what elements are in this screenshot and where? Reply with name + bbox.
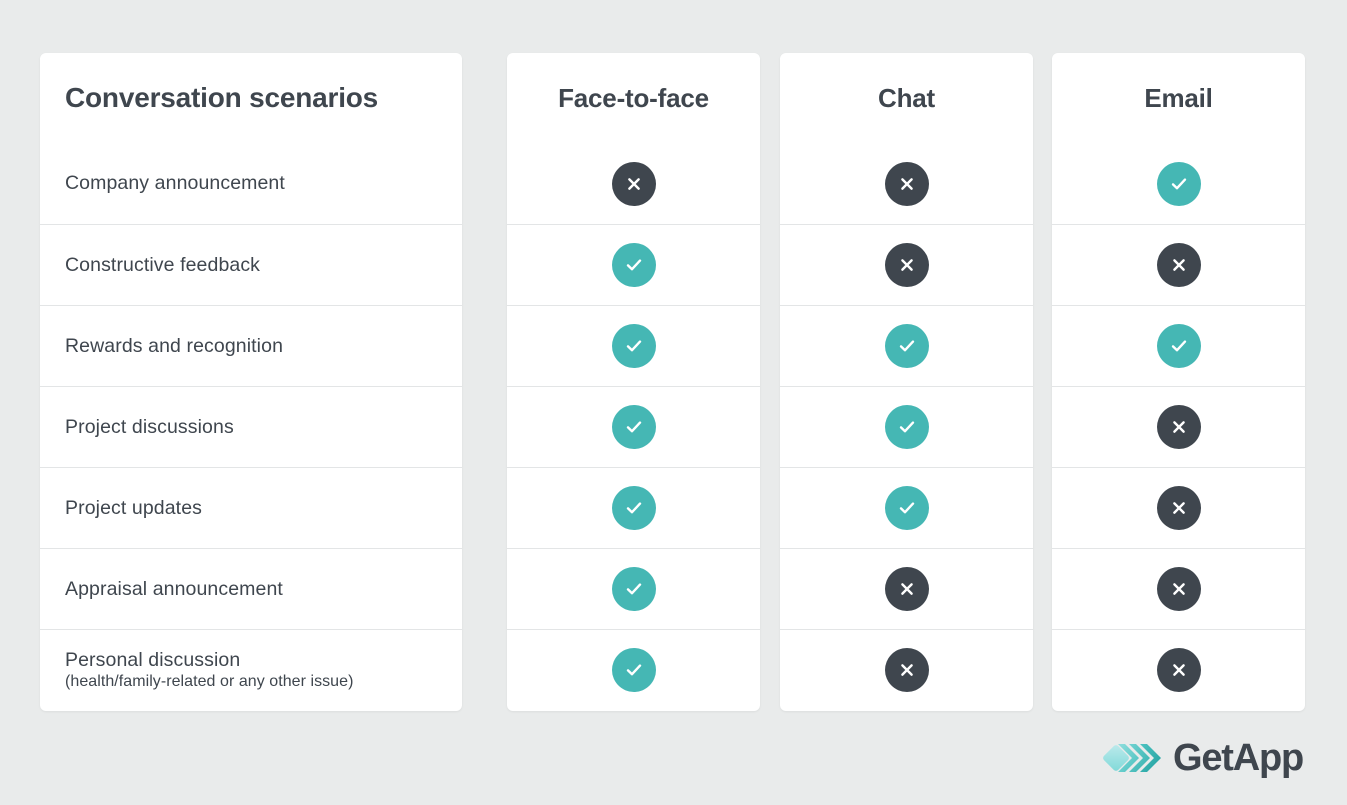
status-row [780, 224, 1033, 305]
getapp-logo: GetApp [1103, 735, 1303, 781]
check-glyph [896, 497, 918, 519]
status-row [1052, 629, 1305, 710]
cross-circle-icon [1157, 486, 1201, 530]
cross-circle-icon [612, 162, 656, 206]
check-glyph [896, 335, 918, 357]
status-row [780, 143, 1033, 224]
status-row [1052, 143, 1305, 224]
column-header-title: Face-to-face [558, 83, 709, 114]
status-row [507, 629, 760, 710]
scenario-row: Project discussions [40, 386, 462, 467]
scenario-label: Company announcement [65, 171, 285, 196]
status-row [1052, 548, 1305, 629]
check-circle-icon [612, 405, 656, 449]
column-header-cell: Face-to-face [507, 53, 760, 143]
status-row [780, 386, 1033, 467]
check-glyph [1168, 173, 1190, 195]
column-card-chat: Chat [780, 53, 1033, 711]
cross-glyph [897, 255, 917, 275]
status-row [507, 467, 760, 548]
check-glyph [623, 578, 645, 600]
comparison-table-board: Conversation scenarios Company announcem… [0, 0, 1347, 805]
check-glyph [623, 335, 645, 357]
check-glyph [896, 416, 918, 438]
scenario-rows-container: Company announcement Constructive feedbac… [40, 143, 462, 710]
cross-glyph [1169, 660, 1189, 680]
scenario-label: Project updates [65, 496, 202, 521]
status-row [780, 467, 1033, 548]
check-circle-icon [612, 243, 656, 287]
cross-circle-icon [1157, 243, 1201, 287]
getapp-chevrons-icon [1103, 740, 1165, 776]
getapp-logo-text: GetApp [1173, 739, 1303, 777]
check-circle-icon [612, 567, 656, 611]
cross-circle-icon [885, 567, 929, 611]
scenario-label: Appraisal announcement [65, 577, 283, 602]
scenario-row: Constructive feedback [40, 224, 462, 305]
status-row [507, 143, 760, 224]
check-glyph [1168, 335, 1190, 357]
scenario-row: Rewards and recognition [40, 305, 462, 386]
cross-glyph [1169, 255, 1189, 275]
status-row [507, 548, 760, 629]
check-circle-icon [885, 405, 929, 449]
cross-circle-icon [885, 162, 929, 206]
cross-circle-icon [1157, 405, 1201, 449]
scenario-label: Project discussions [65, 415, 234, 440]
scenario-row: Project updates [40, 467, 462, 548]
check-circle-icon [885, 324, 929, 368]
cross-circle-icon [885, 648, 929, 692]
check-glyph [623, 254, 645, 276]
status-row [507, 305, 760, 386]
check-glyph [623, 416, 645, 438]
cross-glyph [897, 660, 917, 680]
status-row [1052, 305, 1305, 386]
column-card-email: Email [1052, 53, 1305, 711]
scenario-sublabel: (health/family-related or any other issu… [65, 672, 353, 692]
column-card-face-to-face: Face-to-face [507, 53, 760, 711]
check-circle-icon [885, 486, 929, 530]
column-rows-container [507, 143, 760, 710]
check-circle-icon [612, 324, 656, 368]
cross-circle-icon [885, 243, 929, 287]
status-row [1052, 467, 1305, 548]
scenarios-card: Conversation scenarios Company announcem… [40, 53, 462, 711]
scenario-row: Company announcement [40, 143, 462, 224]
scenario-row: Personal discussion(health/family-relate… [40, 629, 462, 710]
check-circle-icon [612, 648, 656, 692]
status-row [1052, 386, 1305, 467]
status-row [780, 629, 1033, 710]
column-header-cell: Email [1052, 53, 1305, 143]
status-row [780, 305, 1033, 386]
scenario-label: Constructive feedback [65, 253, 260, 278]
cross-glyph [1169, 579, 1189, 599]
cross-circle-icon [1157, 648, 1201, 692]
column-header-cell: Chat [780, 53, 1033, 143]
cross-glyph [897, 174, 917, 194]
column-rows-container [780, 143, 1033, 710]
column-header-title: Email [1144, 83, 1212, 114]
scenarios-header-title: Conversation scenarios [65, 82, 378, 114]
cross-glyph [1169, 498, 1189, 518]
status-row [780, 548, 1033, 629]
check-glyph [623, 659, 645, 681]
cross-glyph [1169, 417, 1189, 437]
scenario-label: Personal discussion(health/family-relate… [65, 648, 353, 693]
column-rows-container [1052, 143, 1305, 710]
scenario-row: Appraisal announcement [40, 548, 462, 629]
check-circle-icon [1157, 324, 1201, 368]
status-row [1052, 224, 1305, 305]
check-circle-icon [612, 486, 656, 530]
cross-glyph [897, 579, 917, 599]
cross-glyph [624, 174, 644, 194]
check-circle-icon [1157, 162, 1201, 206]
status-row [507, 386, 760, 467]
scenario-label: Rewards and recognition [65, 334, 283, 359]
status-row [507, 224, 760, 305]
cross-circle-icon [1157, 567, 1201, 611]
scenarios-header-cell: Conversation scenarios [40, 53, 462, 143]
column-header-title: Chat [878, 83, 935, 114]
check-glyph [623, 497, 645, 519]
